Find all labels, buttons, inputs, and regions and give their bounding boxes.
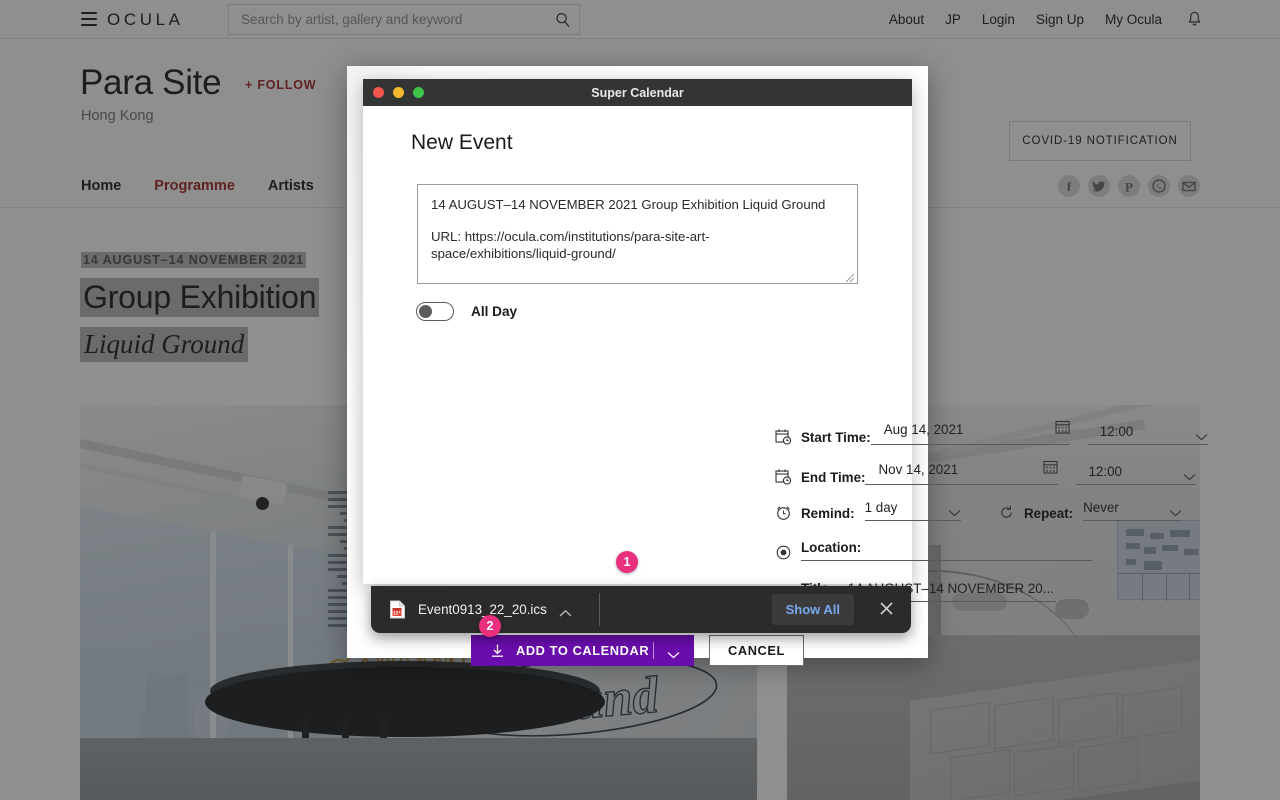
alarm-clock-icon: [775, 504, 792, 521]
download-file-name[interactable]: Event0913_22_20.ics: [418, 602, 547, 617]
dialog-actions: ADD TO CALENDAR CANCEL: [363, 635, 912, 666]
description-line-1: 14 AUGUST–14 NOVEMBER 2021 Group Exhibit…: [431, 197, 826, 212]
location-label: Location:: [801, 540, 862, 555]
cancel-button[interactable]: CANCEL: [709, 635, 804, 666]
location-row: Location:: [775, 540, 1092, 561]
remind-label: Remind:: [801, 506, 855, 521]
repeat-row: Repeat: Never: [998, 500, 1183, 521]
maximize-window-button[interactable]: [413, 87, 424, 98]
end-date-value: Nov 14, 2021: [878, 461, 959, 477]
repeat-label: Repeat:: [1024, 506, 1074, 521]
chevron-down-icon[interactable]: [1195, 428, 1208, 440]
dialog-heading: New Event: [411, 131, 513, 154]
event-description-textarea[interactable]: 14 AUGUST–14 NOVEMBER 2021 Group Exhibit…: [417, 184, 858, 284]
window-title: Super Calendar: [591, 85, 684, 100]
ics-file-icon: [389, 600, 406, 619]
end-time-select[interactable]: 12:00: [1076, 464, 1197, 485]
remind-value: 1 day: [864, 500, 898, 515]
annotation-badge-2: 2: [479, 615, 501, 637]
window-titlebar: Super Calendar: [363, 79, 912, 106]
annotation-badge-1: 1: [616, 551, 638, 573]
location-pin-icon: [775, 544, 792, 561]
all-day-row: All Day: [416, 302, 517, 321]
end-time-value: 12:00: [1088, 464, 1122, 479]
screenshot-root: OCULA Search by artist, gallery and keyw…: [0, 0, 1280, 800]
end-date-field[interactable]: Nov 14, 2021: [865, 459, 1059, 485]
close-icon[interactable]: [878, 600, 895, 617]
chevron-up-icon[interactable]: [559, 605, 572, 617]
calendar-clock-icon: [775, 428, 792, 445]
download-icon: [490, 643, 505, 658]
window-controls: [373, 87, 424, 98]
chevron-down-icon[interactable]: [667, 647, 680, 659]
start-time-value: 12:00: [1099, 424, 1134, 439]
start-time-row: Start Time: Aug 14, 2021 12:00: [775, 419, 1208, 445]
end-time-label: End Time:: [801, 470, 866, 485]
super-calendar-window: Super Calendar New Event 14 AUGUST–14 NO…: [363, 79, 1208, 666]
calendar-picker-icon[interactable]: [1043, 459, 1059, 479]
show-all-downloads-button[interactable]: Show All: [771, 594, 854, 625]
window-body: New Event 14 AUGUST–14 NOVEMBER 2021 Gro…: [363, 106, 1208, 666]
remind-row: Remind: 1 day: [775, 500, 961, 521]
repeat-select[interactable]: Never: [1083, 500, 1183, 521]
download-bar: Event0913_22_20.ics Show All: [371, 586, 911, 633]
textarea-resize-handle[interactable]: [845, 270, 855, 283]
repeat-icon: [998, 504, 1015, 521]
chevron-down-icon[interactable]: [1183, 468, 1196, 480]
calendar-clock-icon: [775, 468, 792, 485]
all-day-label: All Day: [471, 304, 518, 319]
add-to-calendar-button[interactable]: ADD TO CALENDAR: [471, 635, 694, 666]
end-time-row: End Time: Nov 14, 2021 12:00: [775, 459, 1197, 485]
start-date-value: Aug 14, 2021: [883, 421, 964, 437]
add-to-calendar-label: ADD TO CALENDAR: [516, 643, 650, 658]
all-day-toggle[interactable]: [416, 302, 454, 321]
start-time-select[interactable]: 12:00: [1087, 424, 1208, 445]
chevron-down-icon[interactable]: [948, 504, 961, 516]
start-date-field[interactable]: Aug 14, 2021: [870, 419, 1070, 445]
description-line-2: URL: https://ocula.com/institutions/para…: [431, 228, 710, 262]
close-window-button[interactable]: [373, 87, 384, 98]
start-time-label: Start Time:: [801, 430, 871, 445]
location-field[interactable]: Location:: [801, 540, 1092, 561]
repeat-value: Never: [1083, 500, 1119, 515]
calendar-picker-icon[interactable]: [1055, 419, 1070, 439]
remind-select[interactable]: 1 day: [864, 500, 961, 521]
chevron-down-icon[interactable]: [1169, 504, 1182, 516]
minimize-window-button[interactable]: [393, 87, 404, 98]
